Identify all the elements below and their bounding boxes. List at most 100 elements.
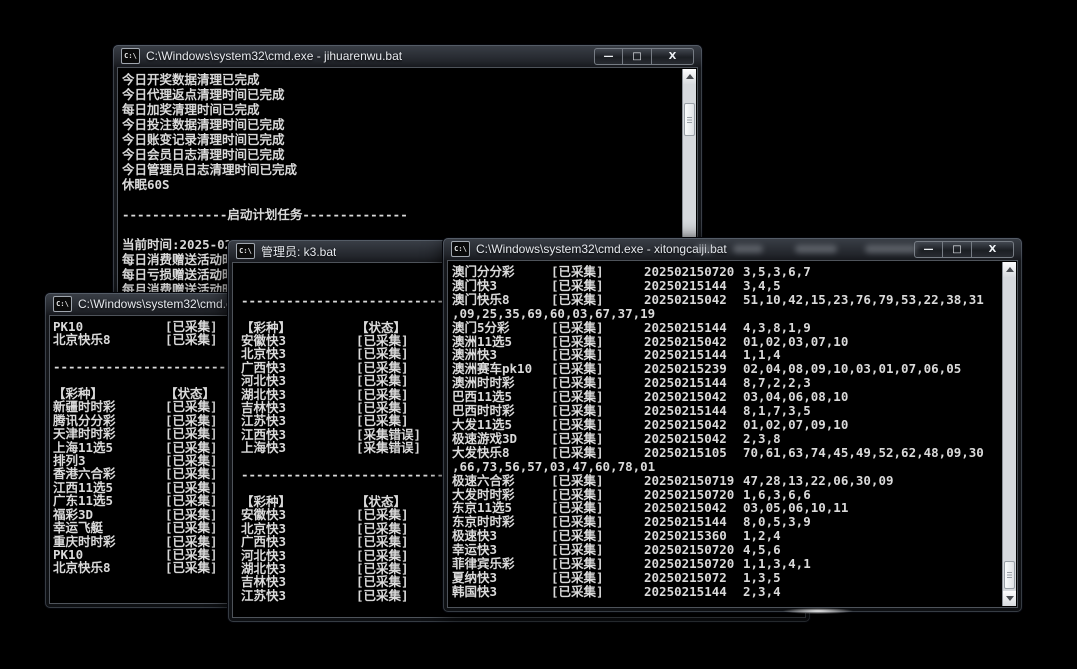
- lottery-row-col1: [采集错误]: [356, 428, 421, 441]
- lottery-row-col0: 腾讯分分彩: [53, 414, 165, 427]
- numbers-continuation-line: ,09,25,35,69,60,03,67,37,19: [452, 307, 1002, 321]
- lottery-row-col1: [已采集]: [165, 481, 218, 494]
- scroll-up-button[interactable]: [1003, 262, 1016, 277]
- close-button[interactable]: X: [652, 48, 694, 65]
- collection-row-col1: [已采集]: [551, 418, 644, 432]
- collection-row-col1: [已采集]: [551, 265, 644, 279]
- scroll-down-button[interactable]: [1003, 591, 1016, 606]
- frame-light-glow: [783, 608, 853, 614]
- window-title: C:\Windows\system32\cmd.exe - jihuarenwu…: [146, 49, 402, 63]
- collection-row-col3: 01,02,07,09,10: [743, 418, 848, 432]
- collection-row-col0: 极速游戏3D: [452, 432, 551, 446]
- lottery-row-col0: 安徽快3: [241, 508, 356, 521]
- table-header-col1: 【状态】: [356, 321, 406, 334]
- collection-row-col3: 1,6,3,6,6: [743, 488, 811, 502]
- maximize-button[interactable]: □: [943, 241, 972, 258]
- console-line: [122, 222, 682, 237]
- collection-row: 极速六合彩[已采集]20250215071947,28,13,22,06,30,…: [452, 474, 1002, 488]
- maximize-button[interactable]: □: [623, 48, 652, 65]
- collection-row-col2: 20250215072: [644, 571, 743, 585]
- scrollbar-thumb[interactable]: [1004, 561, 1015, 589]
- collection-row-col0: 大发快乐8: [452, 446, 551, 460]
- collection-row-col0: 韩国快3: [452, 585, 551, 599]
- lottery-row-col0: PK10: [53, 548, 165, 561]
- collection-row-col2: 20250215105: [644, 446, 743, 460]
- scrollbar[interactable]: [1002, 262, 1016, 606]
- close-button[interactable]: X: [972, 241, 1014, 258]
- collection-row-col2: 202502150720: [644, 557, 743, 571]
- lottery-row-col0: 北京快乐8: [53, 561, 165, 574]
- lottery-row-col1: [已采集]: [165, 333, 218, 346]
- lottery-row-col1: [已采集]: [165, 320, 218, 333]
- collection-row-col2: 20250215144: [644, 376, 743, 390]
- collection-row-col1: [已采集]: [551, 585, 644, 599]
- collection-row-col1: [已采集]: [551, 571, 644, 585]
- collection-row-col0: 夏纳快3: [452, 571, 551, 585]
- collection-row-col3: 01,02,03,07,10: [743, 335, 848, 349]
- collection-row: 巴西11选5[已采集]2025021504203,04,06,08,10: [452, 390, 1002, 404]
- cmd-icon: C:\: [121, 48, 140, 64]
- console-line: 今日开奖数据清理已完成: [122, 72, 682, 87]
- lottery-row-col1: [已采集]: [356, 535, 409, 548]
- collection-row-col2: 20250215042: [644, 501, 743, 515]
- lottery-row-col0: 香港六合彩: [53, 467, 165, 480]
- lottery-row-col1: [已采集]: [356, 508, 409, 521]
- collection-row: 大发时时彩[已采集]2025021507201,6,3,6,6: [452, 488, 1002, 502]
- table-header-col0: 【彩种】: [241, 495, 356, 508]
- collection-row: 东京时时彩[已采集]202502151448,0,5,3,9: [452, 515, 1002, 529]
- collection-row-col1: [已采集]: [551, 474, 644, 488]
- collection-row: 菲律宾乐彩[已采集]2025021507201,1,3,4,1: [452, 557, 1002, 571]
- collection-row: 极速快3[已采集]202502153601,2,4: [452, 529, 1002, 543]
- lottery-row-col0: 北京快3: [241, 347, 356, 360]
- scroll-up-button[interactable]: [683, 69, 696, 84]
- collection-row-col0: 菲律宾乐彩: [452, 557, 551, 571]
- collection-row-col0: 巴西时时彩: [452, 404, 551, 418]
- console-line: 休眠60S: [122, 177, 682, 192]
- lottery-row-col0: 江苏快3: [241, 414, 356, 427]
- collection-row-col1: [已采集]: [551, 557, 644, 571]
- window-title: C:\Windows\system32\cmd.exe: [78, 297, 245, 311]
- table-header-col0: 【彩种】: [241, 321, 356, 334]
- minimize-button[interactable]: —: [914, 241, 943, 258]
- collection-row-col2: 20250215042: [644, 293, 743, 307]
- window-xitongcaiji[interactable]: C:\ C:\Windows\system32\cmd.exe - xitong…: [443, 238, 1022, 612]
- lottery-row-col1: [已采集]: [165, 561, 218, 574]
- scrollbar-thumb[interactable]: [684, 103, 695, 136]
- collection-row-col0: 大发时时彩: [452, 488, 551, 502]
- collection-row-col3: 3,5,3,6,7: [743, 265, 811, 279]
- collection-row-col1: [已采集]: [551, 348, 644, 362]
- collection-row: 澳洲时时彩[已采集]202502151448,7,2,2,3: [452, 376, 1002, 390]
- titlebar-xitongcaiji[interactable]: C:\ C:\Windows\system32\cmd.exe - xitong…: [443, 238, 1022, 260]
- collection-row-col0: 东京时时彩: [452, 515, 551, 529]
- collection-row-col3: 8,1,7,3,5: [743, 404, 811, 418]
- minimize-button[interactable]: —: [594, 48, 623, 65]
- collection-row-col2: 20250215042: [644, 390, 743, 404]
- blur-smudge: [865, 245, 917, 253]
- arrow-up-icon: [686, 70, 694, 79]
- collection-row-col2: 20250215042: [644, 418, 743, 432]
- arrow-down-icon: [1006, 596, 1014, 605]
- collection-row-col0: 澳洲快3: [452, 348, 551, 362]
- collection-row-col0: 澳门快3: [452, 279, 551, 293]
- lottery-row-col1: [已采集]: [165, 521, 218, 534]
- lottery-row-col0: 上海快3: [241, 441, 356, 454]
- thumb-grip-icon: [1007, 572, 1012, 578]
- collection-row-col3: 02,04,08,09,10,03,01,07,06,05: [743, 362, 961, 376]
- collection-row-col2: 20250215042: [644, 335, 743, 349]
- collection-row: 澳洲赛车pk10[已采集]2025021523902,04,08,09,10,0…: [452, 362, 1002, 376]
- lottery-row-col1: [已采集]: [356, 401, 409, 414]
- collection-row: 夏纳快3[已采集]202502150721,3,5: [452, 571, 1002, 585]
- lottery-row-col1: [已采集]: [165, 414, 218, 427]
- collection-row-col3: 1,1,3,4,1: [743, 557, 811, 571]
- console-output: 澳门分分彩[已采集]2025021507203,5,3,6,7澳门快3[已采集]…: [448, 261, 1002, 607]
- collection-row: 澳洲11选5[已采集]2025021504201,02,03,07,10: [452, 335, 1002, 349]
- collection-row-col2: 20250215144: [644, 321, 743, 335]
- lottery-row-col1: [已采集]: [356, 575, 409, 588]
- collection-row-col2: 202502150720: [644, 265, 743, 279]
- lottery-row-col1: [已采集]: [356, 549, 409, 562]
- collection-row-col0: 东京11选5: [452, 501, 551, 515]
- console-xitongcaiji[interactable]: 澳门分分彩[已采集]2025021507203,5,3,6,7澳门快3[已采集]…: [447, 260, 1018, 608]
- cmd-icon: C:\: [451, 241, 470, 257]
- titlebar-jihuarenwu[interactable]: C:\ C:\Windows\system32\cmd.exe - jihuar…: [113, 45, 702, 67]
- collection-row-col3: 3,4,5: [743, 279, 781, 293]
